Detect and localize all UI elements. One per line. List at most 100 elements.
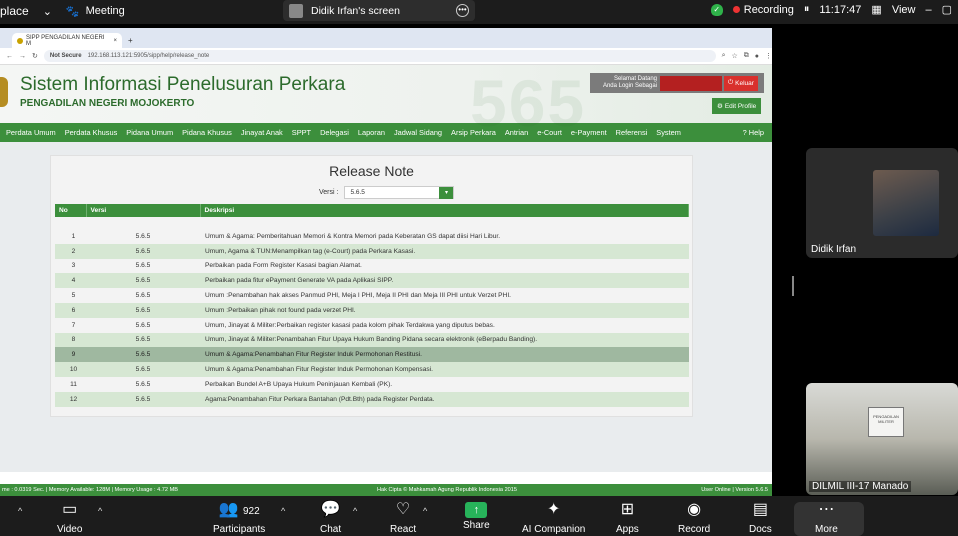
table-row[interactable]: 3 5.6.5 Perbaikan pada Form Register Kasas… — [55, 258, 689, 274]
audio-caret-icon[interactable]: ^ — [18, 506, 22, 516]
court-logo — [0, 77, 8, 107]
meeting-label: Meeting — [85, 5, 125, 17]
pane-resize-handle[interactable] — [792, 276, 794, 296]
bookmark-star-icon[interactable]: ☆ — [731, 52, 737, 60]
zoom-icon[interactable]: ⌕ — [722, 52, 726, 60]
chevron-down-icon[interactable]: ⌄ — [43, 5, 52, 18]
minimize-icon[interactable]: – — [925, 4, 931, 16]
table-row[interactable]: 11 5.6.5 Perbaikan Bundel A+B Upaya Hukum … — [55, 376, 689, 392]
menu-item-delegasi[interactable]: Delegasi — [320, 128, 349, 137]
document-icon: ▤ — [752, 501, 768, 518]
cell-desc: Perbaikan pada fitur ePayment Generate V… — [200, 273, 689, 289]
help-label: Help — [748, 128, 764, 137]
menu-item-system[interactable]: System — [656, 128, 681, 137]
power-icon: ⏻ — [728, 79, 734, 86]
cell-no: 9 — [55, 347, 86, 363]
table-row[interactable]: 9 5.6.5 Umum & Agama:Penambahan Fitur Regi… — [55, 347, 689, 363]
spacer-cell — [55, 217, 689, 229]
share-button[interactable]: ↑ Share — [463, 496, 490, 531]
meeting-menu[interactable]: 🐾 Meeting — [66, 5, 125, 18]
menu-item-perdata-khusus[interactable]: Perdata Khusus — [65, 128, 118, 137]
cell-no: 8 — [55, 332, 86, 348]
url-field[interactable]: Not Secure 192.168.113.121:5905/sipp/hel… — [43, 50, 716, 62]
chat-icon: 💬 — [320, 501, 341, 518]
room-board: PENGADILAN MILITER — [868, 407, 904, 437]
reload-icon[interactable]: ↻ — [32, 52, 38, 60]
menu-item-jadwal-sidang[interactable]: Jadwal Sidang — [394, 128, 442, 137]
footer-status-bar: me : 0.0319 Sec. | Memory Available: 128… — [0, 484, 772, 496]
more-button[interactable]: ⋯ More — [815, 496, 838, 535]
table-row[interactable]: 4 5.6.5 Perbaikan pada fitur ePayment Gene… — [55, 273, 689, 289]
chat-caret-icon[interactable]: ^ — [353, 506, 357, 516]
cell-ver: 5.6.5 — [86, 376, 200, 392]
login-info-box: Selamat Datang Anda Login Sebagai ⏻ Kelu… — [590, 73, 764, 93]
question-icon: ? — [742, 128, 747, 137]
cell-desc: Umum, Jinayat & Militer:Perbaikan regist… — [200, 317, 689, 333]
react-button[interactable]: ♡ React — [390, 496, 416, 535]
participants-button[interactable]: 👥 922 Participants — [213, 496, 265, 535]
participants-caret-icon[interactable]: ^ — [281, 506, 285, 516]
share-label: Share — [463, 520, 490, 531]
forward-icon[interactable]: → — [19, 53, 26, 60]
version-select[interactable]: 5.6.5 ▾ — [344, 186, 455, 199]
record-button[interactable]: ◉ Record — [678, 496, 710, 535]
new-tab-icon[interactable]: + — [128, 36, 133, 48]
logout-button[interactable]: ⏻ Keluar — [724, 75, 758, 91]
ai-companion-button[interactable]: ✦ AI Companion — [522, 496, 585, 535]
menu-item-perdata-umum[interactable]: Perdata Umum — [6, 128, 56, 137]
apps-button[interactable]: ⊞ Apps — [616, 496, 639, 535]
video-label: Video — [57, 524, 83, 535]
version-label: Versi : — [319, 189, 339, 196]
close-tab-icon[interactable]: × — [113, 38, 117, 44]
edit-profile-button[interactable]: ⚙ Edit Profile — [712, 98, 762, 114]
menu-item-pidana-khusus[interactable]: Pidana Khusus — [182, 128, 232, 137]
help-button[interactable]: ? Help — [743, 128, 764, 137]
browser-tab[interactable]: SIPP PENGADILAN NEGERI M × — [12, 33, 122, 48]
table-row[interactable]: 6 5.6.5 Umum :Perbaikan pihak not found pa… — [55, 302, 689, 318]
table-row[interactable]: 7 5.6.5 Umum, Jinayat & Militer:Perbaikan … — [55, 317, 689, 333]
video-button[interactable]: ▭ Video — [57, 496, 82, 535]
video-caret-icon[interactable]: ^ — [98, 506, 102, 516]
maximize-icon[interactable]: ▢ — [942, 3, 952, 16]
table-row[interactable]: 5 5.6.5 Umum :Penambahan hak akses Panmud … — [55, 288, 689, 303]
table-row[interactable]: 8 5.6.5 Umum, Jinayat & Militer:Penambahan… — [55, 332, 689, 348]
zoom-toolbar: ^ ▭ Video ^ 👥 922 Participants ^ 💬 Chat … — [0, 496, 958, 536]
more-options-icon[interactable]: ••• — [456, 4, 469, 17]
cell-desc: Umum & Agama:Penambahan Fitur Register I… — [200, 362, 689, 377]
zoom-top-left: place ⌄ 🐾 Meeting — [0, 4, 125, 18]
not-secure-badge[interactable]: Not Secure — [50, 53, 82, 59]
view-button[interactable]: View — [892, 4, 916, 16]
security-shield-icon[interactable]: ✓ — [710, 3, 723, 16]
table-spacer-row — [55, 217, 689, 229]
grid-icon[interactable]: ▦ — [871, 3, 881, 16]
footer-performance: me : 0.0319 Sec. | Memory Available: 128… — [2, 487, 178, 493]
cell-desc: Umum & Agama: Pemberitahuan Memori & Kon… — [200, 229, 689, 244]
participant-name-2: DILMIL III-17 Manado — [809, 481, 912, 492]
chat-button[interactable]: 💬 Chat — [320, 496, 341, 535]
browser-menu-icon[interactable]: ⋮ — [765, 52, 772, 60]
menu-item-jinayat-anak[interactable]: Jinayat Anak — [241, 128, 283, 137]
menu-item-laporan[interactable]: Laporan — [358, 128, 385, 137]
extensions-icon[interactable]: ⧉ — [744, 52, 749, 60]
participant-video-1[interactable]: Didik Irfan — [806, 148, 958, 258]
react-caret-icon[interactable]: ^ — [423, 506, 427, 516]
version-watermark: 565 — [470, 66, 587, 140]
cell-desc: Perbaikan pada Form Register Kasasi bagi… — [200, 258, 689, 274]
docs-button[interactable]: ▤ Docs — [749, 496, 772, 535]
participant-video-2[interactable]: PENGADILAN MILITER DILMIL III-17 Manado — [806, 383, 958, 495]
table-row[interactable]: 1 5.6.5 Umum & Agama: Pemberitahuan Memori… — [55, 229, 689, 244]
chevron-down-icon[interactable]: ▾ — [439, 187, 454, 199]
profile-icon[interactable]: ● — [755, 53, 759, 60]
version-filter: Versi : 5.6.5 ▾ — [319, 186, 455, 199]
menu-item-sppt[interactable]: SPPT — [292, 128, 311, 137]
menu-item-pidana-umum[interactable]: Pidana Umum — [126, 128, 173, 137]
screen-share-pill[interactable]: Didik Irfan's screen ••• — [283, 0, 475, 21]
version-value: 5.6.5 — [350, 189, 365, 196]
video-camera-icon: ▭ — [62, 501, 78, 518]
table-row[interactable]: 12 5.6.5 Agama:Penambahan Fitur Perkara Ba… — [55, 391, 689, 407]
recording-indicator[interactable]: Recording — [732, 4, 794, 16]
table-row[interactable]: 2 5.6.5 Umum, Agama & TUN:Menampilkan tag … — [55, 243, 689, 259]
table-row[interactable]: 10 5.6.5 Umum & Agama:Penambahan Fitur Reg… — [55, 362, 689, 377]
menu-item-referensi[interactable]: Referensi — [616, 128, 648, 137]
back-icon[interactable]: ← — [6, 53, 13, 60]
